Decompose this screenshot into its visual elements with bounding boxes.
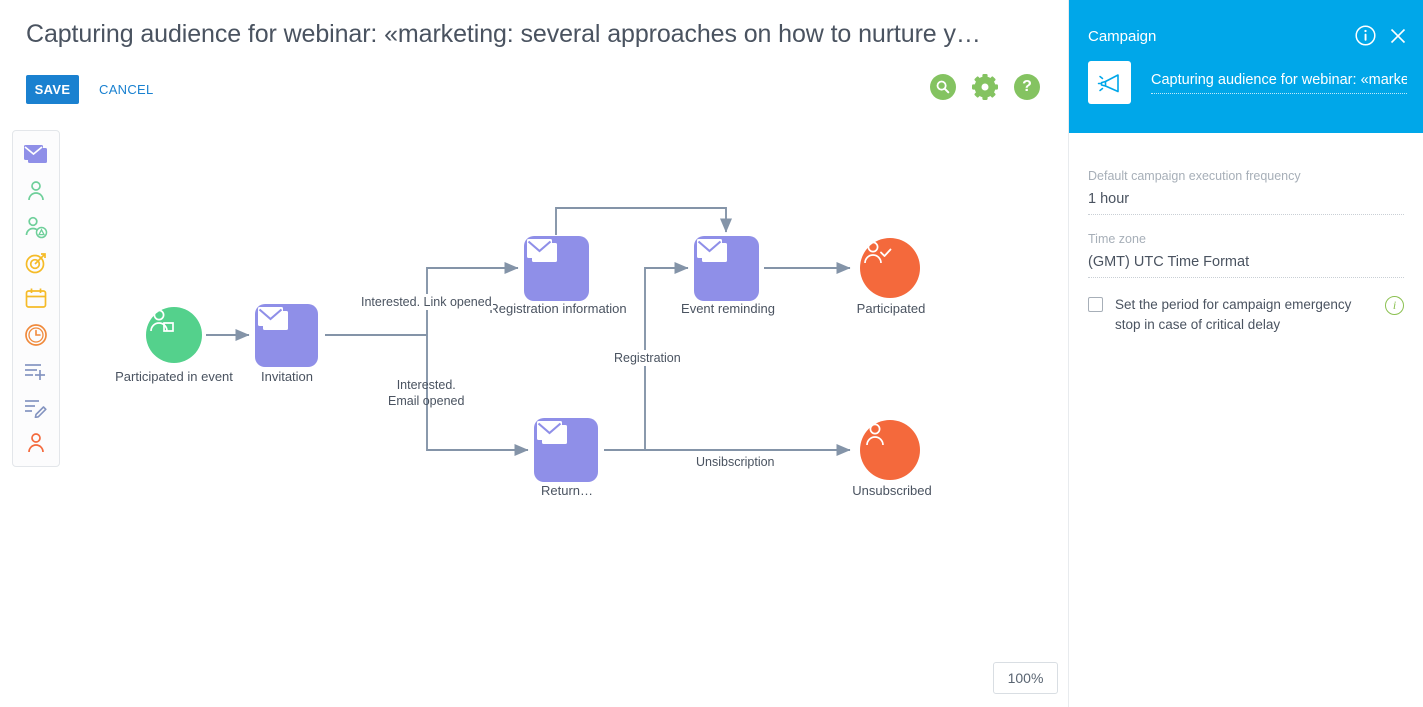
emergency-stop-row: Set the period for campaign emergency st… [1088, 295, 1404, 335]
time-zone-input[interactable]: (GMT) UTC Time Format [1088, 254, 1404, 278]
frequency-input[interactable]: 1 hour [1088, 191, 1404, 215]
panel-record-name[interactable]: Capturing audience for webinar: «marketi… [1151, 72, 1407, 94]
edge-label-interested-link-opened: Interested. Link opened [360, 294, 493, 310]
toolbar-right-actions: ? [930, 74, 1040, 100]
node-label-invitation: Invitation [260, 369, 314, 384]
panel-header-actions [1355, 25, 1407, 46]
node-label-registration-information: Registration information [489, 301, 627, 316]
node-label-unsubscribed: Unsubscribed [852, 483, 932, 498]
cancel-button[interactable]: CANCEL [99, 82, 154, 97]
node-participated-in-event[interactable] [146, 307, 202, 363]
megaphone-icon [1088, 61, 1131, 104]
campaign-diagram-canvas[interactable]: Participated in event Invitation Registr… [0, 120, 1068, 707]
campaign-properties-panel: Campaign Capturing audience for webinar:… [1068, 0, 1423, 707]
field-default-campaign-execution-frequency: Default campaign execution frequency 1 h… [1088, 169, 1404, 215]
save-button[interactable]: SAVE [26, 75, 79, 104]
campaign-designer-page: Capturing audience for webinar: «marketi… [0, 0, 1423, 707]
action-toolbar: SAVE CANCEL [26, 75, 154, 104]
close-icon[interactable] [1389, 27, 1407, 45]
node-label-event-reminding: Event reminding [681, 301, 775, 316]
zoom-level-control[interactable]: 100% [993, 662, 1058, 694]
emergency-stop-label: Set the period for campaign emergency st… [1115, 297, 1352, 332]
node-return[interactable] [534, 418, 598, 482]
node-invitation[interactable] [255, 304, 318, 367]
node-event-reminding[interactable] [694, 236, 759, 301]
info-icon[interactable]: i [1385, 296, 1404, 315]
search-icon[interactable] [930, 74, 956, 100]
panel-body: Default campaign execution frequency 1 h… [1069, 133, 1423, 335]
node-label-participated-in-event: Participated in event [115, 369, 233, 384]
emergency-stop-checkbox[interactable] [1088, 297, 1103, 312]
edge-label-registration: Registration [612, 350, 683, 366]
panel-title: Campaign [1088, 28, 1157, 45]
edge-label-unsibscription: Unsibscription [694, 454, 777, 470]
panel-record: Capturing audience for webinar: «marketi… [1088, 61, 1407, 104]
help-icon[interactable]: ? [1014, 74, 1040, 100]
field-time-zone: Time zone (GMT) UTC Time Format [1088, 232, 1404, 278]
page-title: Capturing audience for webinar: «marketi… [26, 20, 981, 48]
field-label: Default campaign execution frequency [1088, 169, 1301, 183]
node-participated[interactable] [860, 238, 920, 298]
info-icon[interactable] [1355, 25, 1376, 46]
edge-reg-info-to-event-reminding [555, 207, 733, 235]
node-label-return: Return… [540, 483, 594, 498]
field-label: Time zone [1088, 232, 1146, 246]
diagram-connectors [206, 207, 851, 457]
panel-header: Campaign Capturing audience for webinar:… [1069, 0, 1423, 133]
edge-label-interested-email-opened: Interested. Email opened [388, 378, 465, 408]
node-label-participated: Participated [856, 301, 926, 316]
main-area: Capturing audience for webinar: «marketi… [0, 0, 1068, 707]
node-registration-information[interactable] [524, 236, 589, 301]
node-unsubscribed[interactable] [860, 420, 920, 480]
gear-icon[interactable] [972, 74, 998, 100]
